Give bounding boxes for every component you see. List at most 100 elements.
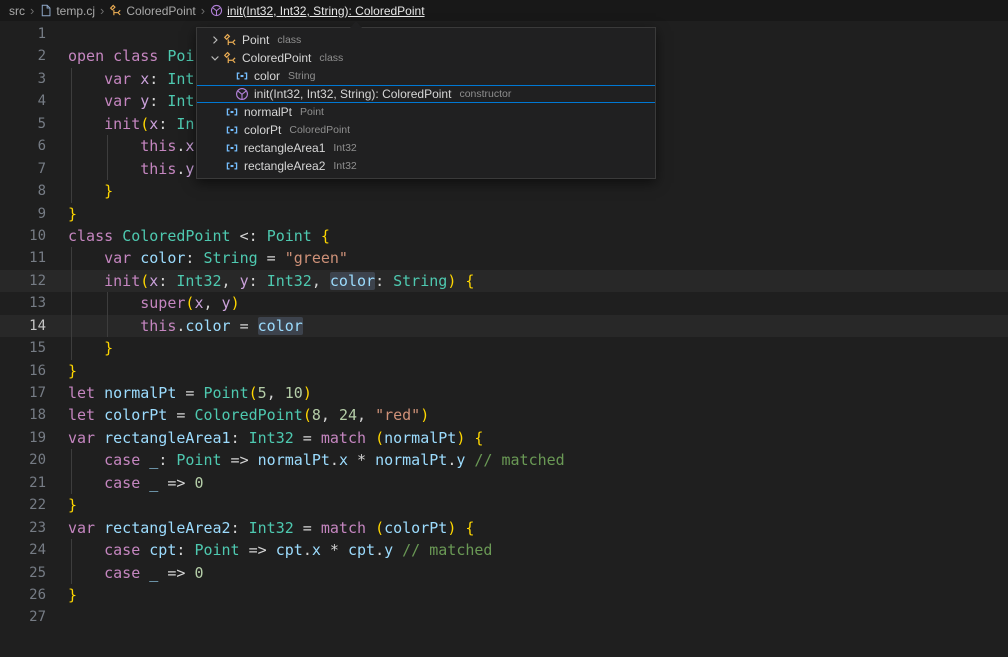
line-number: 15 (0, 337, 46, 359)
code-line-17[interactable]: 17 let normalPt = Point(5, 10) (0, 382, 1008, 404)
symbol-item-color[interactable]: color String (197, 67, 655, 85)
line-number: 8 (0, 180, 46, 202)
code-line-21[interactable]: 21 case _ => 0 (0, 472, 1008, 494)
line-text: case cpt: Point => cpt.x * cpt.y // matc… (68, 539, 492, 561)
code-line-22[interactable]: 22} (0, 494, 1008, 516)
code-line-9[interactable]: 9} (0, 203, 1008, 225)
dropdown-notch (350, 21, 362, 28)
line-number: 3 (0, 68, 46, 90)
symbol-label: normalPt (244, 105, 292, 119)
breadcrumb-label: src (9, 4, 25, 18)
line-text: init(x: In (68, 113, 194, 135)
code-line-10[interactable]: 10 class ColoredPoint <: Point { (0, 225, 1008, 247)
line-text: } (68, 180, 113, 202)
line-number: 10 (0, 225, 46, 247)
symbol-detail: Int32 (333, 142, 356, 154)
line-text: this.color = color (68, 315, 303, 337)
code-line-8[interactable]: 8 } (0, 180, 1008, 202)
chevron-right-icon: › (30, 4, 34, 17)
line-text: var color: String = "green" (68, 247, 348, 269)
variable-icon (225, 105, 239, 119)
chevron-down-icon[interactable] (207, 52, 223, 64)
line-text: var x: Int (68, 68, 194, 90)
code-line-20[interactable]: 20 case _: Point => normalPt.x * normalP… (0, 449, 1008, 471)
symbol-item-rectanglearea1[interactable]: rectangleArea1 Int32 (197, 139, 655, 157)
chevron-right-icon: › (100, 4, 104, 17)
code-line-15[interactable]: 15 } (0, 337, 1008, 359)
code-line-12[interactable]: 12 init(x: Int32, y: Int32, color: Strin… (0, 270, 1008, 292)
code-line-26[interactable]: 26} (0, 584, 1008, 606)
symbol-detail: Point (300, 106, 324, 118)
breadcrumb-item-coloredpoint[interactable]: ColoredPoint (109, 4, 195, 18)
code-line-18[interactable]: 18let colorPt = ColoredPoint(8, 24, "red… (0, 404, 1008, 426)
line-number: 14 (0, 315, 46, 337)
line-text: case _ => 0 (68, 472, 203, 494)
code-line-16[interactable]: 16} (0, 360, 1008, 382)
chevron-right-icon: › (201, 4, 205, 17)
symbol-label: ColoredPoint (242, 51, 311, 65)
breadcrumb-item-src[interactable]: src (9, 4, 25, 18)
line-text: super(x, y) (68, 292, 240, 314)
line-number: 9 (0, 203, 46, 225)
symbol-label: colorPt (244, 123, 281, 137)
line-text: class ColoredPoint <: Point { (68, 225, 330, 247)
file-icon (39, 4, 52, 17)
chevron-right-icon[interactable] (207, 34, 223, 46)
symbol-item-rectanglearea2[interactable]: rectangleArea2Int32 (197, 157, 655, 175)
line-number: 12 (0, 270, 46, 292)
variable-icon (235, 69, 249, 83)
line-number: 16 (0, 360, 46, 382)
line-number: 17 (0, 382, 46, 404)
variable-icon (225, 141, 239, 155)
line-text: var y: Int (68, 90, 194, 112)
code-line-19[interactable]: 19var rectangleArea1: Int32 = match (nor… (0, 427, 1008, 449)
code-line-24[interactable]: 24 case cpt: Point => cpt.x * cpt.y // m… (0, 539, 1008, 561)
breadcrumb-item-temp-cj[interactable]: temp.cj (39, 4, 95, 18)
symbol-item-coloredpoint[interactable]: ColoredPointclass (197, 49, 655, 67)
line-number: 27 (0, 606, 46, 628)
symbol-item-point[interactable]: Pointclass (197, 31, 655, 49)
line-text: } (68, 337, 113, 359)
breadcrumb-label: ColoredPoint (126, 4, 195, 18)
line-number: 6 (0, 135, 46, 157)
line-number: 25 (0, 562, 46, 584)
symbol-detail: String (288, 70, 315, 82)
code-line-11[interactable]: 11 var color: String = "green" (0, 247, 1008, 269)
line-text: var rectangleArea2: Int32 = match (color… (68, 517, 474, 539)
line-text: this.x (68, 135, 194, 157)
code-line-14[interactable]: 14 this.color = color (0, 315, 1008, 337)
symbol-detail: ColoredPoint (289, 124, 350, 136)
line-number: 7 (0, 158, 46, 180)
variable-icon (225, 123, 239, 137)
line-number: 18 (0, 404, 46, 426)
symbol-item-normalpt[interactable]: normalPt Point (197, 103, 655, 121)
code-line-27[interactable]: 27 (0, 606, 1008, 628)
symbol-label: init(Int32, Int32, String): ColoredPoint (254, 87, 451, 101)
line-text: } (68, 494, 77, 516)
variable-icon (225, 159, 239, 173)
class-icon (223, 51, 237, 65)
line-number: 24 (0, 539, 46, 561)
line-text: } (68, 203, 77, 225)
line-number: 21 (0, 472, 46, 494)
line-text: } (68, 584, 77, 606)
breadcrumb-item-init[interactable]: init(Int32, Int32, String): ColoredPoint (210, 4, 424, 18)
line-number: 1 (0, 23, 46, 45)
symbol-picker-dropdown: PointclassColoredPointclass color String in… (196, 27, 656, 179)
symbol-label: rectangleArea2 (244, 159, 325, 173)
symbol-label: rectangleArea1 (244, 141, 325, 155)
symbol-item-init[interactable]: init(Int32, Int32, String): ColoredPoint… (197, 85, 655, 103)
symbol-label: color (254, 69, 280, 83)
line-number: 4 (0, 90, 46, 112)
code-line-13[interactable]: 13 super(x, y) (0, 292, 1008, 314)
breadcrumb-label: temp.cj (56, 4, 95, 18)
code-line-23[interactable]: 23var rectangleArea2: Int32 = match (col… (0, 517, 1008, 539)
line-text: let normalPt = Point(5, 10) (68, 382, 312, 404)
breadcrumb-label: init(Int32, Int32, String): ColoredPoint (227, 4, 424, 18)
symbol-item-colorpt[interactable]: colorPt ColoredPoint (197, 121, 655, 139)
code-line-25[interactable]: 25 case _ => 0 (0, 562, 1008, 584)
symbol-detail: constructor (459, 88, 511, 100)
class-icon (223, 33, 237, 47)
breadcrumb: src › temp.cj › ColoredPoint › init(Int32, Int… (0, 0, 1008, 21)
line-number: 19 (0, 427, 46, 449)
